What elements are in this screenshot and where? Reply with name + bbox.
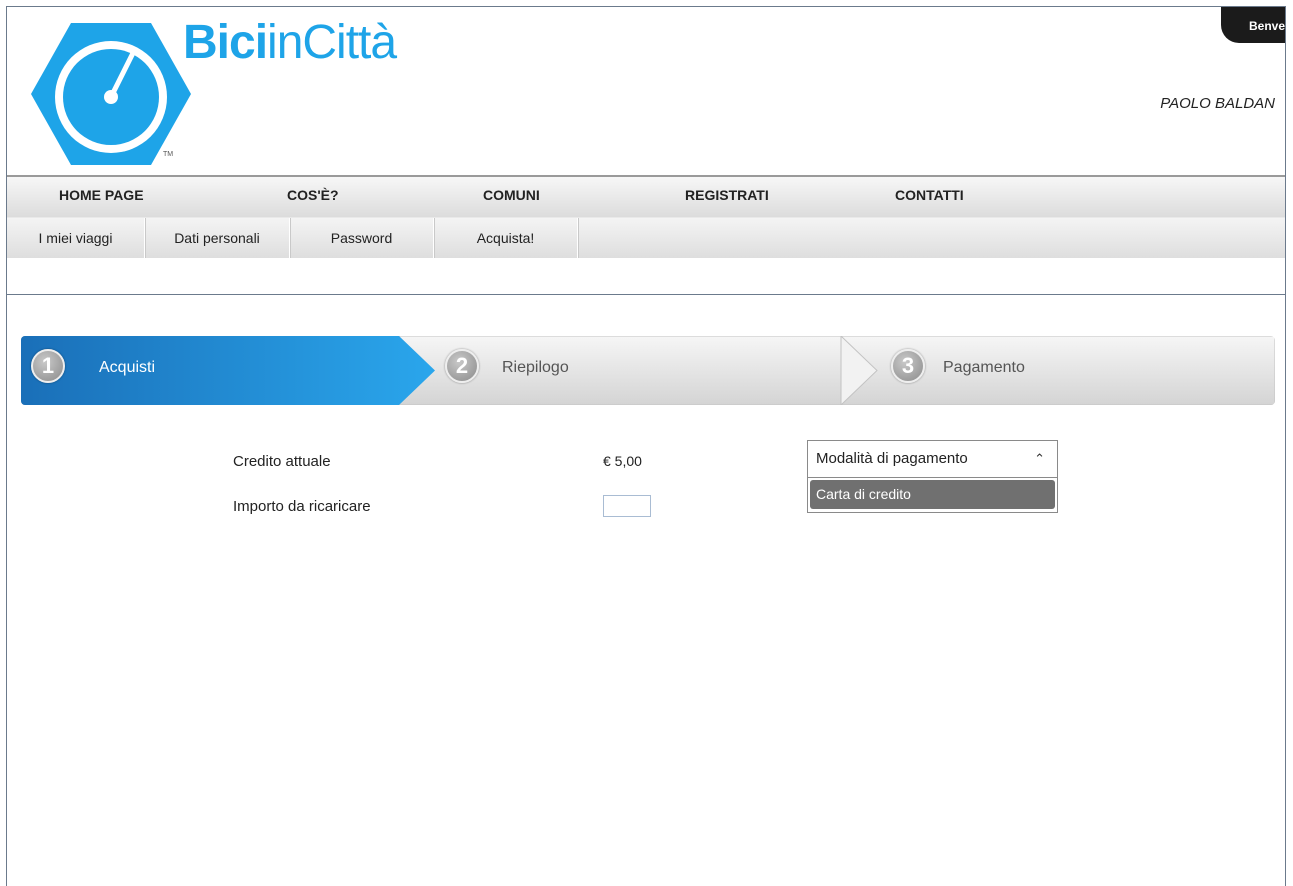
- sub-navigation: I miei viaggi Dati personali Password Ac…: [7, 217, 1285, 258]
- amount-input[interactable]: [603, 495, 651, 517]
- nav-contatti[interactable]: CONTATTI: [895, 187, 964, 203]
- chevron-up-icon[interactable]: ⌃: [1034, 441, 1045, 477]
- nav-home-page[interactable]: HOME PAGE: [59, 187, 144, 203]
- payment-method-dropdown[interactable]: Modalità di pagamento ⌃ Carta di credito: [807, 440, 1058, 544]
- step-3-number: 3: [891, 349, 925, 383]
- step-3-label[interactable]: Pagamento: [943, 359, 1025, 377]
- subnav-dati-personali[interactable]: Dati personali: [145, 218, 290, 258]
- credit-label: Credito attuale: [233, 453, 331, 470]
- brand-name: BiciinCittà: [183, 16, 397, 69]
- wizard-background: [21, 336, 1275, 405]
- nav-registrati[interactable]: REGISTRATI: [685, 187, 769, 203]
- trademark-mark: TM: [163, 151, 174, 158]
- nav-comuni[interactable]: COMUNI: [483, 187, 540, 203]
- main-navigation: HOME PAGE COS'È? COMUNI REGISTRATI CONTA…: [7, 175, 1285, 217]
- nav-cos-e[interactable]: COS'È?: [287, 187, 339, 203]
- step-2-number: 2: [445, 349, 479, 383]
- payment-method-menu: Carta di credito: [807, 478, 1058, 513]
- subnav-miei-viaggi[interactable]: I miei viaggi: [7, 218, 145, 258]
- site-header: BiciinCittà TM Benve PAOLO BALDAN: [7, 7, 1285, 175]
- step-2-label[interactable]: Riepilogo: [502, 359, 569, 377]
- welcome-tab: Benve: [1221, 7, 1285, 43]
- option-carta-di-credito[interactable]: Carta di credito: [810, 480, 1055, 509]
- divider: [7, 294, 1285, 295]
- amount-label: Importo da ricaricare: [233, 498, 371, 515]
- user-name[interactable]: PAOLO BALDAN: [1160, 95, 1275, 112]
- subnav-password[interactable]: Password: [290, 218, 434, 258]
- credit-value: € 5,00: [603, 453, 642, 469]
- bicincitta-logo-icon[interactable]: [31, 21, 191, 167]
- subnav-acquista[interactable]: Acquista!: [434, 218, 578, 258]
- payment-method-label: Modalità di pagamento: [816, 450, 968, 467]
- payment-method-select[interactable]: Modalità di pagamento ⌃: [807, 440, 1058, 478]
- step-1-label[interactable]: Acquisti: [99, 359, 155, 377]
- checkout-wizard: 1 Acquisti 2 Riepilogo 3 Pagamento: [21, 336, 1275, 405]
- step-1-number: 1: [31, 349, 65, 383]
- browser-window: BiciinCittà TM Benve PAOLO BALDAN HOME P…: [6, 6, 1286, 886]
